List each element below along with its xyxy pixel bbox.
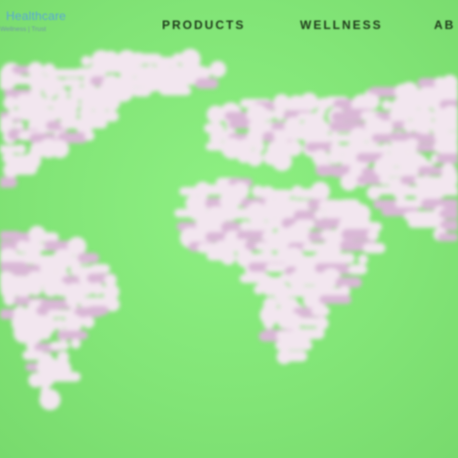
pill-tablet: [90, 282, 105, 296]
pill-tablet: [263, 318, 275, 330]
pill-capsule: [159, 86, 192, 96]
pill-capsule: [33, 232, 59, 243]
pill-capsule: [49, 341, 70, 350]
pill-capsule: [276, 350, 308, 362]
pill-capsule: [62, 78, 83, 87]
site-header: Healthcare Wellness | Trust PRODUCTS WEL…: [0, 0, 458, 50]
pill-tablet: [40, 329, 52, 341]
main-nav: PRODUCTS WELLNESS AB: [162, 14, 458, 36]
pill-tablet: [363, 93, 380, 110]
pill-capsule: [319, 295, 352, 304]
pill-tablet: [80, 55, 92, 67]
pill-capsule: [362, 242, 386, 254]
pill-tablet: [42, 83, 58, 99]
brand-logo-link[interactable]: Healthcare Wellness | Trust: [0, 9, 90, 41]
pill-capsule: [436, 153, 458, 164]
pill-tablet: [3, 95, 18, 110]
pill-tablet: [84, 130, 95, 141]
pill-tablet: [39, 388, 61, 411]
pill-tablet: [340, 173, 358, 191]
pill-tablet: [263, 109, 275, 121]
pill-tablet: [82, 316, 95, 329]
brand-tagline: Wellness | Trust: [0, 26, 46, 33]
pill-tablet: [327, 149, 343, 165]
pill-capsule: [3, 163, 38, 175]
pill-tablet: [338, 285, 351, 297]
pill-capsule: [407, 218, 440, 228]
pill-capsule: [270, 189, 293, 200]
brand-name: Healthcare: [6, 9, 67, 23]
pill-tablet: [3, 293, 17, 306]
pill-capsule: [291, 328, 325, 340]
pill-tablet: [28, 282, 43, 296]
pill-tablet: [65, 294, 79, 308]
pill-capsule: [87, 306, 109, 316]
pill-tablet: [343, 252, 356, 264]
pill-capsule: [432, 186, 458, 196]
nav-link-wellness[interactable]: WELLNESS: [300, 18, 383, 32]
pill-capsule: [335, 277, 362, 288]
pill-tablet: [357, 254, 369, 265]
pill-capsule: [88, 119, 108, 129]
pill-tablet: [16, 144, 27, 155]
pill-tablet: [50, 139, 70, 159]
pill-capsule: [438, 233, 458, 242]
pill-capsule: [311, 306, 330, 316]
pill-tablet: [367, 229, 379, 241]
pill-capsule: [35, 97, 55, 108]
pill-capsule: [348, 264, 368, 275]
pill-tablet: [53, 318, 66, 330]
pill-capsule: [41, 371, 81, 382]
nav-link-products[interactable]: PRODUCTS: [162, 18, 245, 32]
pill-capsule: [77, 252, 100, 263]
pill-tablet: [299, 92, 319, 112]
pill-tablet: [310, 181, 331, 202]
pill-tablet: [209, 60, 227, 78]
pill-capsule: [132, 87, 152, 97]
pill-capsule: [0, 177, 18, 188]
pill-capsule: [275, 340, 313, 351]
pill-tablet: [381, 99, 392, 111]
pill-tablet: [220, 250, 236, 266]
pill-tablet: [246, 150, 264, 167]
pill-capsule: [438, 121, 458, 132]
pill-tablet: [271, 151, 293, 172]
world-map-of-pills-icon: [0, 48, 458, 411]
pill-capsule: [195, 78, 219, 89]
pill-tablet: [411, 112, 433, 135]
pill-capsule: [57, 330, 88, 340]
pill-cluster: [0, 48, 458, 411]
page: Healthcare Wellness | Trust PRODUCTS WEL…: [0, 0, 458, 458]
hero-pill-world-map-image: [0, 0, 458, 458]
pill-tablet: [70, 338, 81, 349]
pill-tablet: [65, 107, 78, 121]
pill-tablet: [314, 316, 329, 331]
pill-tablet: [399, 157, 422, 179]
pill-tablet: [103, 94, 121, 112]
nav-link-about[interactable]: AB: [434, 18, 455, 32]
